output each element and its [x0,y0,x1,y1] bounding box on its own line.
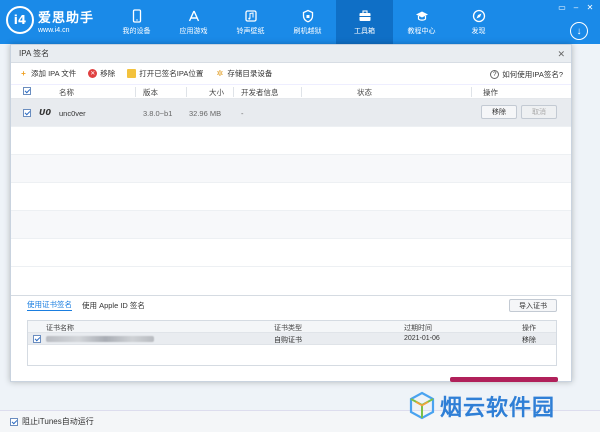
remove-label: 移除 [100,69,116,78]
toolbox-icon [359,9,370,21]
nav-tutorials[interactable]: 教程中心 [393,0,450,44]
cube-logo-icon [409,391,435,420]
cert-col-expiry: 过期时间 [404,325,432,332]
remove-icon: ✕ [88,69,98,78]
folder-icon [127,69,137,78]
open-signed-location-button[interactable]: 打开已签名IPA位置 [127,68,203,79]
sign-button-edge[interactable] [450,377,558,382]
empty-row [11,155,571,183]
cert-section: 使用证书签名 使用 Apple ID 签名 导入证书 证书名称 证书类型 过期时… [11,295,571,381]
row-cancel-button: 取消 [521,105,557,119]
lock-icon [302,9,313,23]
nav-label: 应用游戏 [179,27,208,35]
row-name: unc0ver [59,109,86,118]
tab-appleid-sign[interactable]: 使用 Apple ID 签名 [82,300,145,311]
app-url: www.i4.cn [38,26,70,34]
nav-label: 刷机越狱 [293,27,322,35]
col-version: 版本 [143,88,158,97]
nav-discover[interactable]: 发现 [450,0,507,44]
dialog-title: IPA 签名 [19,49,50,58]
restore-button[interactable]: ▭ [556,2,568,12]
nav-toolbox[interactable]: 工具箱 [336,0,393,44]
itunes-checkbox[interactable] [10,417,18,426]
nav-my-device[interactable]: 我的设备 [108,0,165,44]
watermark: 烟云软件园 [408,390,555,422]
gear-icon: ✲ [216,69,224,78]
cert-col-name: 证书名称 [46,325,74,332]
add-ipa-label: 添加 IPA 文件 [31,69,77,78]
cert-name-redacted [46,336,154,343]
import-cert-button[interactable]: 导入证书 [509,299,557,312]
cert-row[interactable]: 自购证书 2021-01-06 移除 [28,333,556,345]
row-size: 32.96 MB [189,109,222,118]
app-logo-icon: U0 [39,108,52,117]
main-nav: 我的设备 应用游戏 铃声壁纸 刷机越狱 工具箱 教程中心 发现 [108,0,507,44]
close-window-button[interactable]: ✕ [584,2,596,12]
graduation-icon [415,11,428,21]
cert-table: 证书名称 证书类型 过期时间 操作 自购证书 2021-01-06 移除 [27,320,557,366]
help-link[interactable]: ? 如何使用IPA签名? [490,69,563,80]
cert-remove-button[interactable]: 移除 [522,335,536,345]
itunes-label: 阻止iTunes自动运行 [22,417,94,426]
nav-apps[interactable]: 应用游戏 [165,0,222,44]
dialog-close-button[interactable]: ✕ [557,49,565,60]
ipa-sign-dialog: IPA 签名 ✕ + 添加 IPA 文件 ✕ 移除 打开已签名IPA位置 ✲ 存… [10,44,572,382]
storage-device-button[interactable]: ✲ 存储目录设备 [215,68,272,79]
ipa-table-header: 名称 版本 大小 开发者信息 状态 操作 [11,85,571,99]
col-size: 大小 [209,88,224,97]
question-icon: ? [490,70,500,79]
cert-tabs: 使用证书签名 使用 Apple ID 签名 导入证书 [11,296,571,314]
app-logo: i4 爱思助手 www.i4.cn [6,6,94,34]
cert-checkbox[interactable] [33,335,41,343]
dialog-toolbar: + 添加 IPA 文件 ✕ 移除 打开已签名IPA位置 ✲ 存储目录设备 ? 如… [11,63,571,85]
table-row[interactable]: U0 unc0ver 3.8.0~b1 32.96 MB - 移除 取消 [11,99,571,127]
nav-label: 我的设备 [122,27,151,35]
row-remove-button[interactable]: 移除 [481,105,517,119]
help-label: 如何使用IPA签名? [502,70,563,79]
col-status: 状态 [357,88,372,97]
cert-expiry: 2021-01-06 [404,335,440,342]
nav-label: 教程中心 [407,27,436,35]
top-bar: i4 爱思助手 www.i4.cn 我的设备 应用游戏 铃声壁纸 刷机越狱 工具… [0,0,600,44]
col-developer: 开发者信息 [241,88,279,97]
app-name: 爱思助手 [38,9,95,25]
row-version: 3.8.0~b1 [143,109,173,118]
phone-icon [132,8,141,23]
nav-label: 工具箱 [354,27,375,35]
cert-col-type: 证书类型 [274,325,302,332]
nav-ringtones[interactable]: 铃声壁纸 [222,0,279,44]
window-controls: ▭ – ✕ [556,2,596,12]
watermark-text: 烟云软件园 [440,396,556,421]
add-ipa-button[interactable]: + 添加 IPA 文件 [19,68,76,79]
empty-row [11,211,571,239]
ipa-list: U0 unc0ver 3.8.0~b1 32.96 MB - 移除 取消 [11,99,571,277]
col-name: 名称 [59,88,74,97]
cert-table-header: 证书名称 证书类型 过期时间 操作 [28,321,556,333]
empty-row [11,127,571,155]
open-location-label: 打开已签名IPA位置 [139,69,204,78]
nav-label: 铃声壁纸 [236,27,265,35]
row-checkbox[interactable] [23,109,31,117]
nav-label: 发现 [471,27,486,35]
col-action: 操作 [483,88,498,97]
empty-row [11,183,571,211]
empty-row [11,239,571,267]
download-icon[interactable]: ↓ [570,22,588,40]
row-developer: - [241,109,244,118]
logo-badge: i4 [6,6,34,34]
remove-button[interactable]: ✕ 移除 [88,68,115,79]
nav-flash[interactable]: 刷机越狱 [279,0,336,44]
plus-icon: + [21,69,26,78]
music-icon [244,9,257,22]
compass-icon [472,9,485,22]
cert-type: 自购证书 [274,337,302,344]
appstore-icon [188,10,199,21]
cert-col-action: 操作 [522,325,536,332]
select-all-checkbox[interactable] [23,87,31,95]
tab-cert-sign[interactable]: 使用证书签名 [27,299,72,311]
dialog-title-bar: IPA 签名 ✕ [11,45,571,63]
storage-label: 存储目录设备 [227,69,273,78]
minimize-button[interactable]: – [570,2,582,12]
